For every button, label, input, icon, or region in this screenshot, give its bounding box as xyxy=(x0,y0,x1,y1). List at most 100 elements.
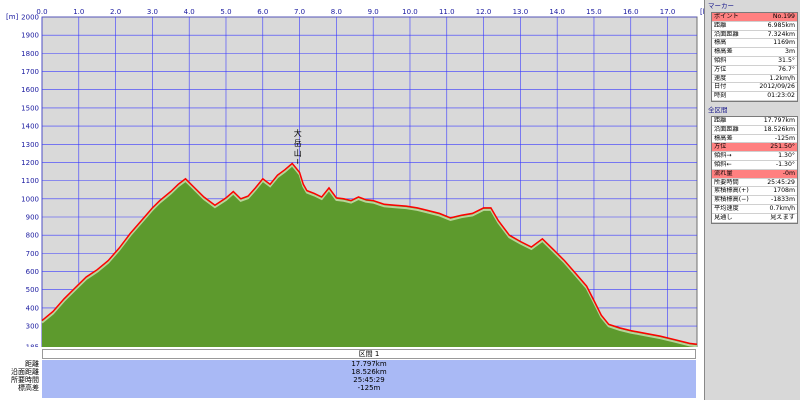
total-row-value: 18.526km xyxy=(763,125,795,133)
x-tick-label: 0.0 xyxy=(36,8,47,16)
elevation-chart[interactable]: 2000 1900 1800 1700 1600 1500 1400 1300 1200 1100… xyxy=(0,0,704,347)
marker-row-value: 1169m xyxy=(773,39,795,47)
x-tick-label: 14.0 xyxy=(549,8,565,16)
total-row: 方位 251.50° xyxy=(712,143,797,153)
marker-row: 傾斜 31.5° xyxy=(712,57,797,66)
x-tick-label: 10.0 xyxy=(402,8,418,16)
total-row-label: 平均速度 xyxy=(714,204,739,212)
info-sidebar: マーカー ポイント No.199 距離 6.985km 沿面距離 7.324km 標高 116… xyxy=(704,0,800,400)
total-row: 傾斜← -1.30° xyxy=(712,161,797,170)
marker-row-value: 2012/09/26 xyxy=(759,83,795,91)
total-row: 流れ量 -0m xyxy=(712,169,797,179)
x-tick-label: 11.0 xyxy=(439,8,455,16)
summary-value-surface-distance: 18.526km xyxy=(351,368,387,376)
y-tick-label: 1900 xyxy=(21,32,39,40)
x-tick-label: 6.0 xyxy=(257,8,268,16)
marker-row: 速度 1.2km/h xyxy=(712,75,797,84)
y-tick-label: 1600 xyxy=(21,86,39,94)
y-tick-label: 1400 xyxy=(21,123,39,131)
y-unit-label: [m] xyxy=(6,13,19,21)
marker-row-value: 1.2km/h xyxy=(769,74,795,82)
annotation-label: 大 xyxy=(294,128,302,138)
y-tick-label: 1700 xyxy=(21,68,39,76)
x-tick-label: 5.0 xyxy=(220,8,231,16)
y-tick-label: 700 xyxy=(26,250,39,258)
section-summary: 区間 1 距離 沿面距離 所要時間 標高差 17.797km 18.526km … xyxy=(0,347,704,400)
total-row-label: 流れ量 xyxy=(714,169,733,177)
marker-row-value: 7.324km xyxy=(767,30,795,38)
y-tick-label: 800 xyxy=(26,232,39,240)
x-tick-label: 2.0 xyxy=(110,8,121,16)
x-tick-label: 13.0 xyxy=(513,8,529,16)
summary-value-elevation-diff: -125m xyxy=(357,384,381,392)
marker-row-label: 時刻 xyxy=(714,92,727,100)
x-tick-label: 16.0 xyxy=(623,8,639,16)
y-tick-label: 500 xyxy=(26,286,39,294)
y-tick-label: 300 xyxy=(26,323,39,331)
total-row: 距離 17.797km xyxy=(712,117,797,126)
total-row-value: -0m xyxy=(782,169,795,177)
total-row-value: 見えます xyxy=(770,213,795,221)
total-row-value: 1708m xyxy=(773,187,795,195)
total-row-value: 17.797km xyxy=(763,116,795,124)
marker-row-value: 6.985km xyxy=(767,21,795,29)
total-row: 平均速度 0.7km/h xyxy=(712,205,797,214)
x-tick-label: 4.0 xyxy=(184,8,195,16)
total-row-value: 1.30° xyxy=(778,152,795,160)
total-row-label: 累積標高(+) xyxy=(714,187,749,195)
annotation-label: 山 xyxy=(294,148,302,158)
y-tick-label: 400 xyxy=(26,304,39,312)
total-row: 累積標高(−) -1833m xyxy=(712,196,797,205)
total-row-value: 25:45:29 xyxy=(767,178,795,186)
x-tick-label: 1.0 xyxy=(73,8,84,16)
total-row-label: 所要時間 xyxy=(714,178,739,186)
y-tick-label: 1300 xyxy=(21,141,39,149)
total-row-label: 標高差 xyxy=(714,134,733,142)
total-row-value: -1.30° xyxy=(775,160,795,168)
x-tick-label: 8.0 xyxy=(331,8,342,16)
summary-labels: 距離 沿面距離 所要時間 標高差 xyxy=(0,360,42,392)
total-row-value: 251.50° xyxy=(770,143,795,151)
marker-row-value: No.199 xyxy=(772,13,795,20)
summary-value-duration: 25:45:29 xyxy=(353,376,385,384)
annotation-label: 岳 xyxy=(294,138,302,148)
total-row: 所要時間 25:45:29 xyxy=(712,179,797,188)
marker-row: ポイント No.199 xyxy=(712,13,797,22)
summary-label-distance: 距離 xyxy=(25,360,39,368)
total-row-label: 傾斜← xyxy=(714,160,732,168)
summary-values: 17.797km 18.526km 25:45:29 -125m xyxy=(42,360,696,398)
marker-row: 距離 6.985km xyxy=(712,22,797,31)
marker-panel-title: マーカー xyxy=(708,2,734,10)
total-row: 累積標高(+) 1708m xyxy=(712,187,797,197)
y-tick-label: 1000 xyxy=(21,195,39,203)
marker-row: 沿面距離 7.324km xyxy=(712,31,797,40)
total-row-label: 距離 xyxy=(714,116,727,124)
total-panel: 距離 17.797km 沿面距離 18.526km 標高差 -125m 方位 251.50° 傾… xyxy=(711,115,798,224)
total-row: 沿面距離 18.526km xyxy=(712,126,797,135)
marker-panel: ポイント No.199 距離 6.985km 沿面距離 7.324km 標高 1169m 標高差… xyxy=(711,12,798,102)
total-row-label: 沿面距離 xyxy=(714,125,739,133)
marker-row-label: 速度 xyxy=(714,74,727,82)
total-row-value: 0.7km/h xyxy=(769,204,795,212)
x-tick-label: 12.0 xyxy=(476,8,492,16)
summary-label-surface-distance: 沿面距離 xyxy=(11,368,39,376)
total-row: 傾斜→ 1.30° xyxy=(712,152,797,161)
total-panel-title: 全区間 xyxy=(708,105,728,114)
section-header: 区間 1 xyxy=(42,349,696,359)
x-tick-label: 3.0 xyxy=(147,8,158,16)
x-tick-label: 7.0 xyxy=(294,8,305,16)
marker-row-value: 76.7° xyxy=(778,65,795,73)
total-row-value: -1833m xyxy=(770,196,795,204)
marker-row-label: 標高 xyxy=(714,39,727,47)
marker-row: 標高 1169m xyxy=(712,39,797,49)
y-tick-label: 1500 xyxy=(21,104,39,112)
x-tick-label: 17.0 xyxy=(660,8,676,16)
marker-row-value: 01:23:02 xyxy=(767,92,795,100)
marker-row-label: 標高差 xyxy=(714,48,733,56)
total-row: 標高差 -125m xyxy=(712,135,797,144)
marker-row-label: 距離 xyxy=(714,21,727,29)
total-row-label: 方位 xyxy=(714,143,727,151)
y-tick-label: 900 xyxy=(26,214,39,222)
elevation-chart-svg[interactable]: 2000190018001700160015001400130012001100… xyxy=(0,0,704,347)
total-row-label: 見通し xyxy=(714,213,733,221)
